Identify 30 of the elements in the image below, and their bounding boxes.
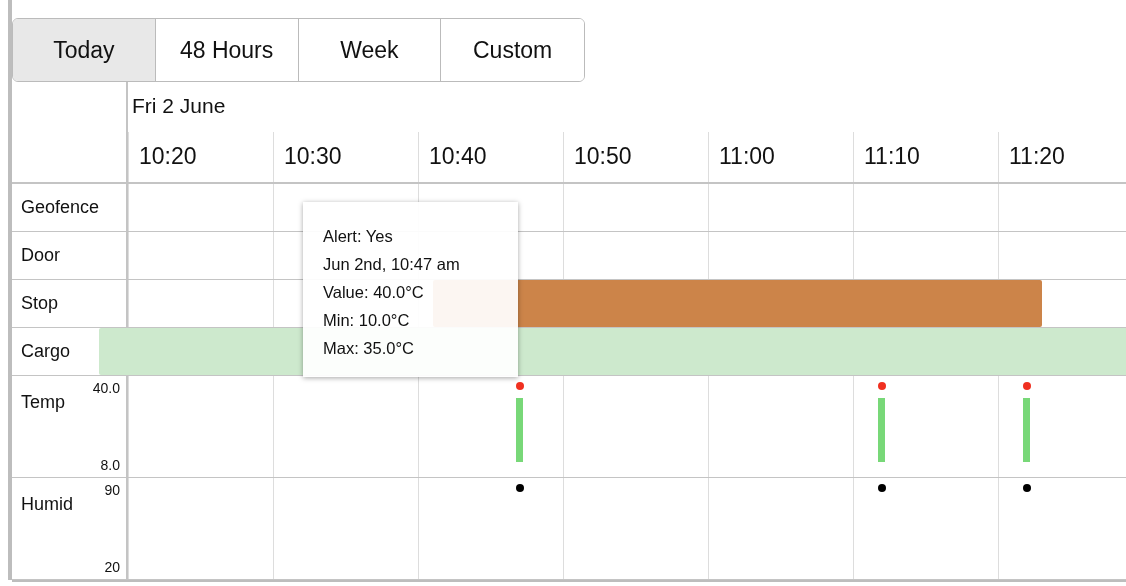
time-label: 10:40	[418, 132, 563, 182]
row-label: Stop	[21, 293, 59, 314]
scale-max-label: 90	[104, 482, 120, 498]
reading-dot[interactable]	[878, 484, 886, 492]
alert-dot[interactable]	[515, 382, 524, 390]
tooltip-line: Alert: Yes	[323, 226, 394, 247]
tooltip-line: Value: 40.0°C	[323, 282, 425, 303]
time-label: 10:30	[273, 132, 418, 182]
time-label: 11:00	[708, 132, 853, 182]
time-label: 11:10	[853, 132, 998, 182]
alert-dot[interactable]	[878, 382, 886, 390]
scale-max-label: 40.0	[92, 380, 120, 396]
tooltip-line: Max: 35.0°C	[323, 338, 415, 359]
scale-min-label: 8.0	[100, 457, 120, 473]
tooltip-line: Min: 10.0°C	[323, 310, 411, 331]
alert-dot[interactable]	[1023, 382, 1031, 390]
reading-dot[interactable]	[515, 484, 524, 492]
row-label: Cargo	[21, 341, 71, 362]
time-label: 10:50	[563, 132, 708, 182]
row-label: Temp	[21, 392, 65, 413]
time-label: 11:20	[998, 132, 1126, 182]
scale-min-label: 20	[104, 559, 120, 575]
tooltip-line: Jun 2nd, 10:47 am	[323, 254, 461, 275]
range-tab[interactable]: Today	[13, 19, 156, 81]
reading-dot[interactable]	[1023, 484, 1031, 492]
time-label: 10:20	[128, 132, 273, 182]
row-label: Door	[21, 245, 60, 266]
row-label: Geofence	[21, 197, 100, 218]
date-label: Fri 2 June	[131, 93, 226, 119]
row-label: Humid	[21, 494, 73, 515]
